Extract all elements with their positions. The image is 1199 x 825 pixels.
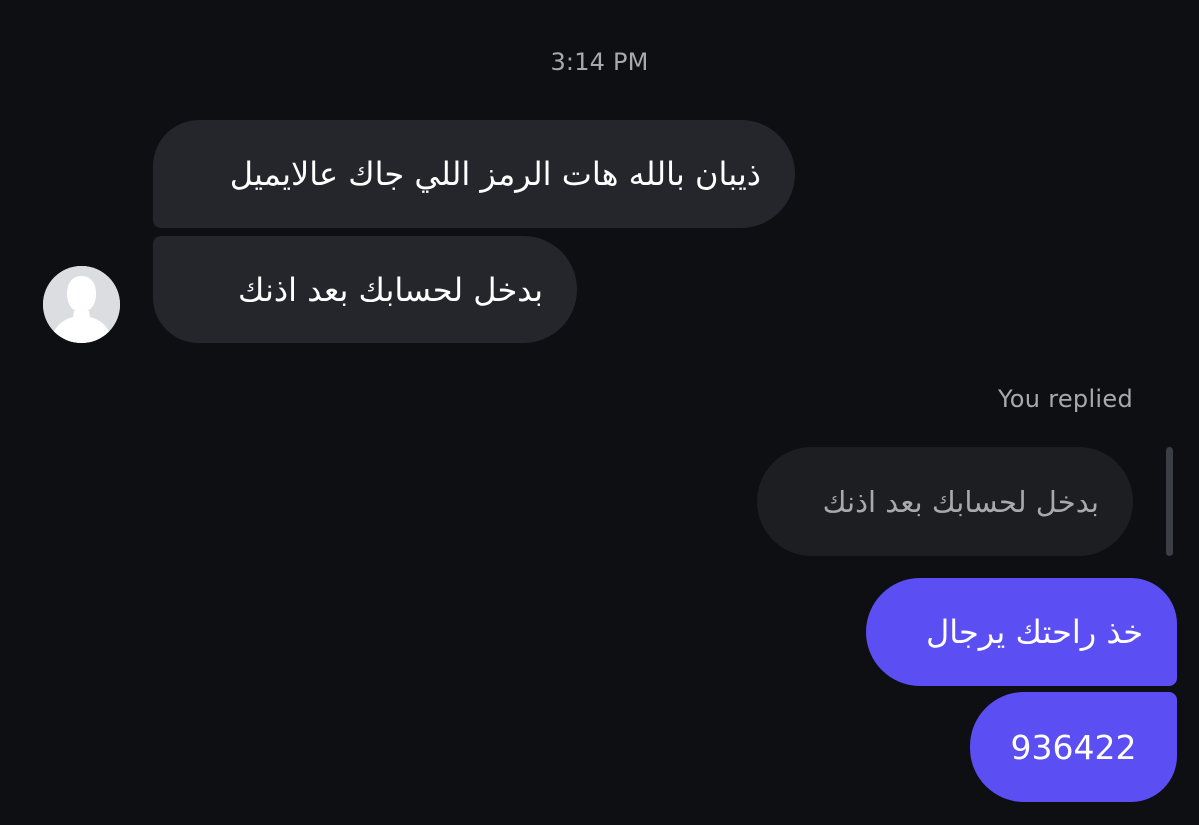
incoming-message-text: ذيبان بالله هات الرمز اللي جاك عالايميل <box>229 155 761 193</box>
reply-indicator-label: You replied <box>998 385 1133 413</box>
reply-quote-bar <box>1166 447 1173 556</box>
outgoing-message-text: خذ راحتك يرجال <box>925 613 1143 651</box>
outgoing-message-bubble[interactable]: 936422 <box>970 692 1177 802</box>
outgoing-message-bubble[interactable]: خذ راحتك يرجال <box>866 578 1177 686</box>
quoted-message-text: بدخل لحسابك بعد اذنك <box>822 484 1099 519</box>
incoming-message-bubble[interactable]: ذيبان بالله هات الرمز اللي جاك عالايميل <box>153 120 795 228</box>
default-user-avatar-icon <box>43 266 120 343</box>
outgoing-message-text: 936422 <box>1010 727 1137 767</box>
message-timestamp: 3:14 PM <box>550 48 649 76</box>
quoted-message-bubble[interactable]: بدخل لحسابك بعد اذنك <box>757 447 1133 556</box>
sender-avatar[interactable] <box>43 266 120 343</box>
incoming-message-bubble[interactable]: بدخل لحسابك بعد اذنك <box>153 236 577 343</box>
incoming-message-text: بدخل لحسابك بعد اذنك <box>238 270 543 309</box>
